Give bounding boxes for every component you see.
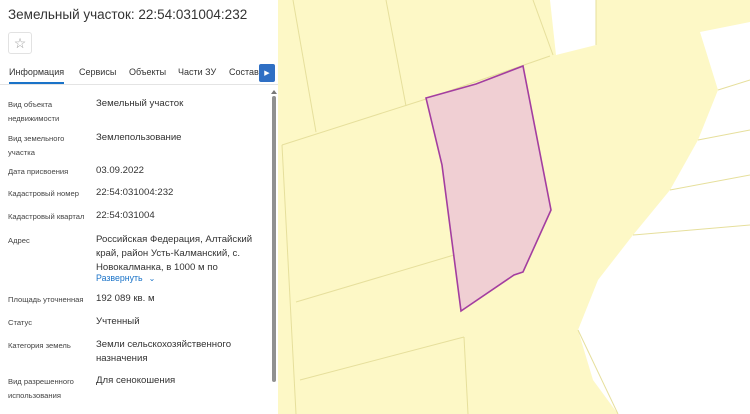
property-label-land-category: Категория земель: [8, 341, 71, 350]
scroll-up-icon[interactable]: [271, 90, 277, 94]
tabs-next-button[interactable]: ▶: [259, 64, 275, 82]
tab-information[interactable]: Информация: [9, 67, 65, 84]
property-label-object-type: Вид объекта недвижимости: [8, 100, 60, 123]
property-value-cadastral-number: 22:54:031004:232: [96, 187, 174, 198]
cadastral-map[interactable]: [278, 0, 750, 414]
property-value-permitted-use: Для сенокошения: [96, 375, 176, 386]
property-label-cadastral-quarter: Кадастровый квартал: [8, 212, 85, 221]
property-value-area: 192 089 кв. м: [96, 293, 155, 304]
tab-composition[interactable]: Состав: [229, 67, 259, 77]
address-expand-link[interactable]: Развернуть ⌄: [96, 273, 155, 283]
page-title: Земельный участок: 22:54:031004:232: [8, 7, 248, 22]
property-label-address: Адрес: [8, 236, 30, 245]
property-value-object-type: Земельный участок: [96, 98, 184, 109]
chevron-right-icon: ▶: [264, 70, 270, 77]
property-value-status: Учтенный: [96, 316, 140, 327]
star-icon: ☆: [13, 35, 27, 51]
chevron-down-icon: ⌄: [148, 274, 156, 283]
property-value-land-category: Земли сельскохозяйственного назначения: [96, 339, 232, 364]
property-label-area: Площадь уточненная: [8, 295, 84, 304]
property-label-status: Статус: [8, 318, 33, 327]
tab-bar: Информация Сервисы Объекты Части ЗУ Сост…: [0, 63, 278, 85]
tab-parts[interactable]: Части ЗУ: [178, 67, 216, 77]
property-label-assignment-date: Дата присвоения: [8, 167, 69, 176]
tab-services[interactable]: Сервисы: [79, 67, 116, 77]
scrollbar-thumb[interactable]: [272, 96, 276, 382]
property-label-cadastral-number: Кадастровый номер: [8, 189, 79, 198]
property-value-assignment-date: 03.09.2022: [96, 165, 145, 176]
property-value-address: Российская Федерация, Алтайский край, ра…: [96, 234, 253, 273]
tab-objects[interactable]: Объекты: [129, 67, 166, 77]
property-value-parcel-type: Землепользование: [96, 132, 182, 143]
property-label-permitted-use: Вид разрешенного использования: [8, 377, 74, 400]
property-value-cadastral-quarter: 22:54:031004: [96, 210, 155, 221]
expand-label: Развернуть: [96, 273, 143, 283]
info-panel: Земельный участок: 22:54:031004:232 ☆ Ин…: [0, 0, 278, 414]
favorite-button[interactable]: ☆: [8, 32, 32, 54]
property-label-parcel-type: Вид земельного участка: [8, 134, 65, 157]
